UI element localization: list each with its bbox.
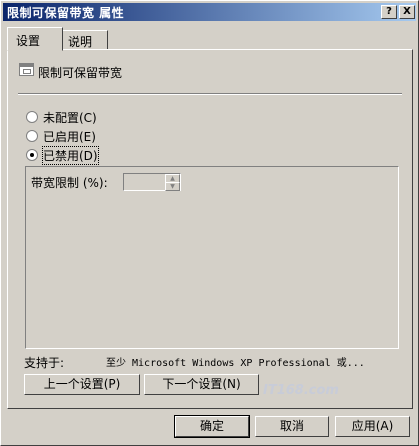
radio-not-configured-label[interactable]: 未配置(C) <box>43 109 97 126</box>
bandwidth-label: 带宽限制 (%): <box>31 176 108 190</box>
tab-settings[interactable]: 设置 <box>7 27 63 51</box>
previous-setting-button[interactable]: 上一个设置(P) <box>24 374 140 395</box>
radio-not-configured[interactable] <box>26 111 38 123</box>
radio-enabled-label[interactable]: 已启用(E) <box>43 128 96 145</box>
help-button[interactable]: ? <box>381 5 397 19</box>
cancel-button[interactable]: 取消 <box>255 416 329 437</box>
window-title: 限制可保留带宽 属性 <box>7 6 125 20</box>
policy-icon <box>19 63 34 76</box>
tab-explain-label: 说明 <box>68 35 93 49</box>
options-area: 带宽限制 (%): <box>25 166 399 349</box>
supported-on-label: 支持于: <box>24 356 65 370</box>
radio-selected-icon <box>26 149 38 161</box>
policy-properties-dialog: 限制可保留带宽 属性 ? X 说明 设置 限制可保留带宽 未配置(C) 已启用(… <box>0 0 419 446</box>
apply-button[interactable]: 应用(A) <box>335 416 410 437</box>
radio-enabled[interactable] <box>26 130 38 142</box>
radio-disabled[interactable] <box>26 149 38 161</box>
radio-disabled-label[interactable]: 已禁用(D) <box>42 146 99 165</box>
radio-dot-icon <box>26 111 38 123</box>
radio-dot-icon <box>26 130 38 142</box>
supported-on-value: 至少 Microsoft Windows XP Professional 或..… <box>106 358 365 369</box>
bandwidth-spinner[interactable]: ▲ ▼ <box>123 173 181 191</box>
tab-settings-label: 设置 <box>16 34 41 48</box>
ok-button[interactable]: 确定 <box>175 416 249 437</box>
title-bar[interactable]: 限制可保留带宽 属性 ? X <box>3 3 416 21</box>
policy-name: 限制可保留带宽 <box>38 66 123 80</box>
settings-panel: 限制可保留带宽 未配置(C) 已启用(E) 已禁用(D) 带宽限制 (%): ▲… <box>7 49 413 409</box>
watermark-logo: IT168.com <box>263 383 339 398</box>
tab-explain[interactable]: 说明 <box>61 30 108 50</box>
next-setting-button[interactable]: 下一个设置(N) <box>144 374 259 395</box>
close-button[interactable]: X <box>399 5 415 19</box>
divider <box>18 93 402 95</box>
spin-down-icon[interactable]: ▼ <box>165 182 180 191</box>
